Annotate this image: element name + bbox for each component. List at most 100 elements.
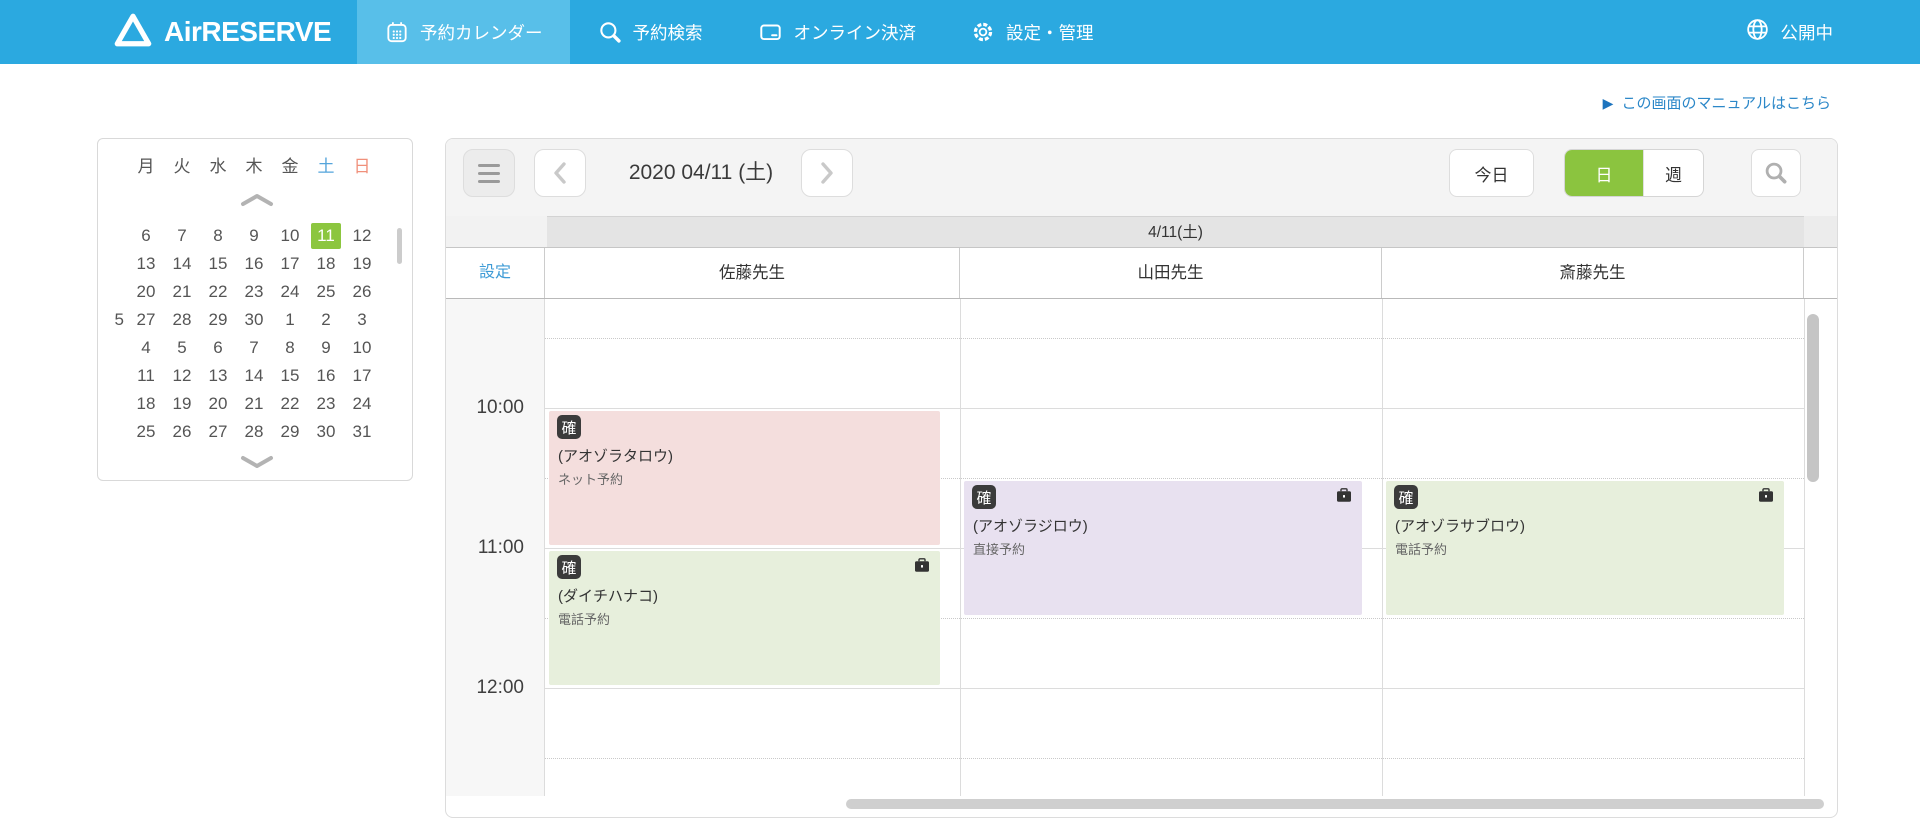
mini-calendar-day[interactable]: 27 (200, 418, 236, 446)
mini-calendar-day[interactable]: 6 (200, 334, 236, 362)
mini-calendar-day[interactable]: 7 (164, 222, 200, 250)
day-view-tab[interactable]: 日 (1565, 150, 1643, 196)
nav-tab-1[interactable]: 予約検索 (570, 0, 730, 64)
mini-calendar-day[interactable]: 2 (308, 306, 344, 334)
staff-header-row: 設定 佐藤先生 山田先生 斎藤先生 (446, 248, 1837, 299)
gear-icon (970, 19, 996, 45)
mini-calendar-weeks: 6 7 8 9 10 11 12 13 14 15 16 17 18 19 20 21 22 23 24 25 26 27… (128, 222, 380, 446)
date-header: 4/11(土) (547, 216, 1804, 248)
next-day-button[interactable] (801, 149, 853, 197)
mini-calendar-day[interactable]: 23 (236, 278, 272, 306)
mini-calendar-day[interactable]: 25 (128, 418, 164, 446)
mini-calendar-day[interactable]: 20 (200, 390, 236, 418)
mini-calendar-day[interactable]: 24 (344, 390, 380, 418)
mini-calendar-day[interactable]: 14 (164, 250, 200, 278)
mini-calendar-day[interactable]: 16 (236, 250, 272, 278)
settings-link[interactable]: 設定 (446, 248, 545, 298)
horizontal-scrollbar[interactable] (846, 799, 1824, 809)
booking-channel: 直接予約 (973, 542, 1026, 557)
booking-block[interactable]: 確 (アオゾラサブロウ) 電話予約 (1386, 481, 1784, 615)
mini-calendar-day[interactable]: 24 (272, 278, 308, 306)
nav-tab-0[interactable]: 予約カレンダー (357, 0, 570, 64)
mini-calendar-day[interactable]: 10 (344, 334, 380, 362)
prev-day-button[interactable] (534, 149, 586, 197)
mini-calendar-weekday-header: 日 (353, 157, 371, 176)
mini-calendar-day[interactable]: 6 (128, 222, 164, 250)
mini-calendar-day[interactable]: 11 (308, 222, 344, 250)
mini-calendar-day[interactable]: 22 (272, 390, 308, 418)
column-gridline (1382, 299, 1383, 796)
mini-calendar-day[interactable]: 28 (164, 306, 200, 334)
mini-calendar-prev-chevron-icon[interactable] (239, 193, 275, 212)
mini-calendar-day[interactable]: 31 (344, 418, 380, 446)
mini-calendar-day[interactable]: 1 (272, 306, 308, 334)
mini-calendar-day[interactable]: 23 (308, 390, 344, 418)
nav-tab-label: 予約検索 (632, 22, 703, 43)
booking-block[interactable]: 確 (アオゾラタロウ) ネット予約 (549, 411, 940, 545)
mini-calendar-next-chevron-icon[interactable] (239, 455, 275, 474)
manual-link-label: この画面のマニュアルはこちら (1621, 95, 1831, 112)
week-view-tab[interactable]: 週 (1643, 150, 1703, 196)
mini-calendar-day[interactable]: 9 (236, 222, 272, 250)
mini-calendar-day[interactable]: 18 (308, 250, 344, 278)
mini-calendar-day[interactable]: 4 (128, 334, 164, 362)
menu-button[interactable] (463, 149, 515, 197)
booking-block[interactable]: 確 (アオゾラジロウ) 直接予約 (964, 481, 1362, 615)
mini-calendar-day[interactable]: 12 (344, 222, 380, 250)
date-header-left-spacer (446, 216, 547, 248)
mini-calendar-day[interactable]: 3 (344, 306, 380, 334)
publish-status[interactable]: 公開中 (1744, 0, 1833, 64)
mini-calendar-day[interactable]: 29 (200, 306, 236, 334)
mini-calendar-day[interactable]: 5 (164, 334, 200, 362)
mini-calendar-day[interactable]: 7 (236, 334, 272, 362)
current-date-label: 2020 04/11 (土) (628, 161, 774, 184)
mini-calendar-day[interactable]: 11 (128, 362, 164, 390)
mini-calendar-day[interactable]: 30 (236, 306, 272, 334)
column-gridline (960, 299, 961, 796)
mini-calendar-day[interactable]: 21 (164, 278, 200, 306)
mini-calendar-day[interactable]: 27 (128, 306, 164, 334)
play-arrow-icon: ▶ (1602, 94, 1614, 111)
booking-channel: ネット予約 (558, 472, 624, 487)
mini-calendar-day[interactable]: 20 (128, 278, 164, 306)
nav-tab-2[interactable]: オンライン決済 (730, 0, 944, 64)
mini-calendar-day[interactable]: 10 (272, 222, 308, 250)
calendar-panel: 2020 04/11 (土) 今日 日 週 4/11(土) 設定 佐藤先生 山田先… (445, 138, 1838, 818)
mini-calendar-day[interactable]: 14 (236, 362, 272, 390)
mini-calendar-day[interactable]: 12 (164, 362, 200, 390)
mini-calendar-day[interactable]: 18 (128, 390, 164, 418)
mini-calendar-day[interactable]: 15 (272, 362, 308, 390)
booking-channel: 電話予約 (1395, 542, 1448, 557)
mini-calendar-day[interactable]: 13 (200, 362, 236, 390)
mini-calendar-day[interactable]: 19 (164, 390, 200, 418)
today-button[interactable]: 今日 (1449, 149, 1534, 197)
mini-calendar-day[interactable]: 22 (200, 278, 236, 306)
mini-calendar-day[interactable]: 29 (272, 418, 308, 446)
mini-calendar-day[interactable]: 26 (164, 418, 200, 446)
confirmed-badge: 確 (972, 485, 996, 509)
mini-calendar-day[interactable]: 19 (344, 250, 380, 278)
mini-calendar-day[interactable]: 17 (272, 250, 308, 278)
nav-tab-3[interactable]: 設定・管理 (943, 0, 1121, 64)
mini-calendar-day[interactable]: 9 (308, 334, 344, 362)
mini-calendar-day[interactable]: 25 (308, 278, 344, 306)
vertical-scrollbar[interactable] (1807, 314, 1819, 482)
mini-calendar-day[interactable]: 17 (344, 362, 380, 390)
mini-calendar-day[interactable]: 15 (200, 250, 236, 278)
mini-calendar-day[interactable]: 30 (308, 418, 344, 446)
mini-calendar-scrollbar[interactable] (397, 228, 402, 264)
mini-calendar-day[interactable]: 8 (200, 222, 236, 250)
mini-calendar-day[interactable]: 13 (128, 250, 164, 278)
search-button[interactable] (1751, 149, 1801, 197)
schedule-grid[interactable]: 10:00 11:00 12:00 確 (アオゾラタロウ) ネット予約確 (ダイチハナコ)… (446, 299, 1837, 796)
half-hour-gridline (545, 758, 1804, 759)
mini-calendar-day[interactable]: 21 (236, 390, 272, 418)
top-navbar: AirRESERVE 予約カレンダー 予約検索 オンライン決済 設定・管理 公開中 (0, 0, 1920, 64)
mini-calendar-week-row: 13 14 15 16 17 18 19 (128, 250, 380, 278)
mini-calendar-day[interactable]: 26 (344, 278, 380, 306)
mini-calendar-day[interactable]: 28 (236, 418, 272, 446)
manual-link[interactable]: ▶ この画面のマニュアルはこちら (1603, 92, 1831, 113)
booking-block[interactable]: 確 (ダイチハナコ) 電話予約 (549, 551, 940, 685)
mini-calendar-day[interactable]: 16 (308, 362, 344, 390)
mini-calendar-day[interactable]: 8 (272, 334, 308, 362)
